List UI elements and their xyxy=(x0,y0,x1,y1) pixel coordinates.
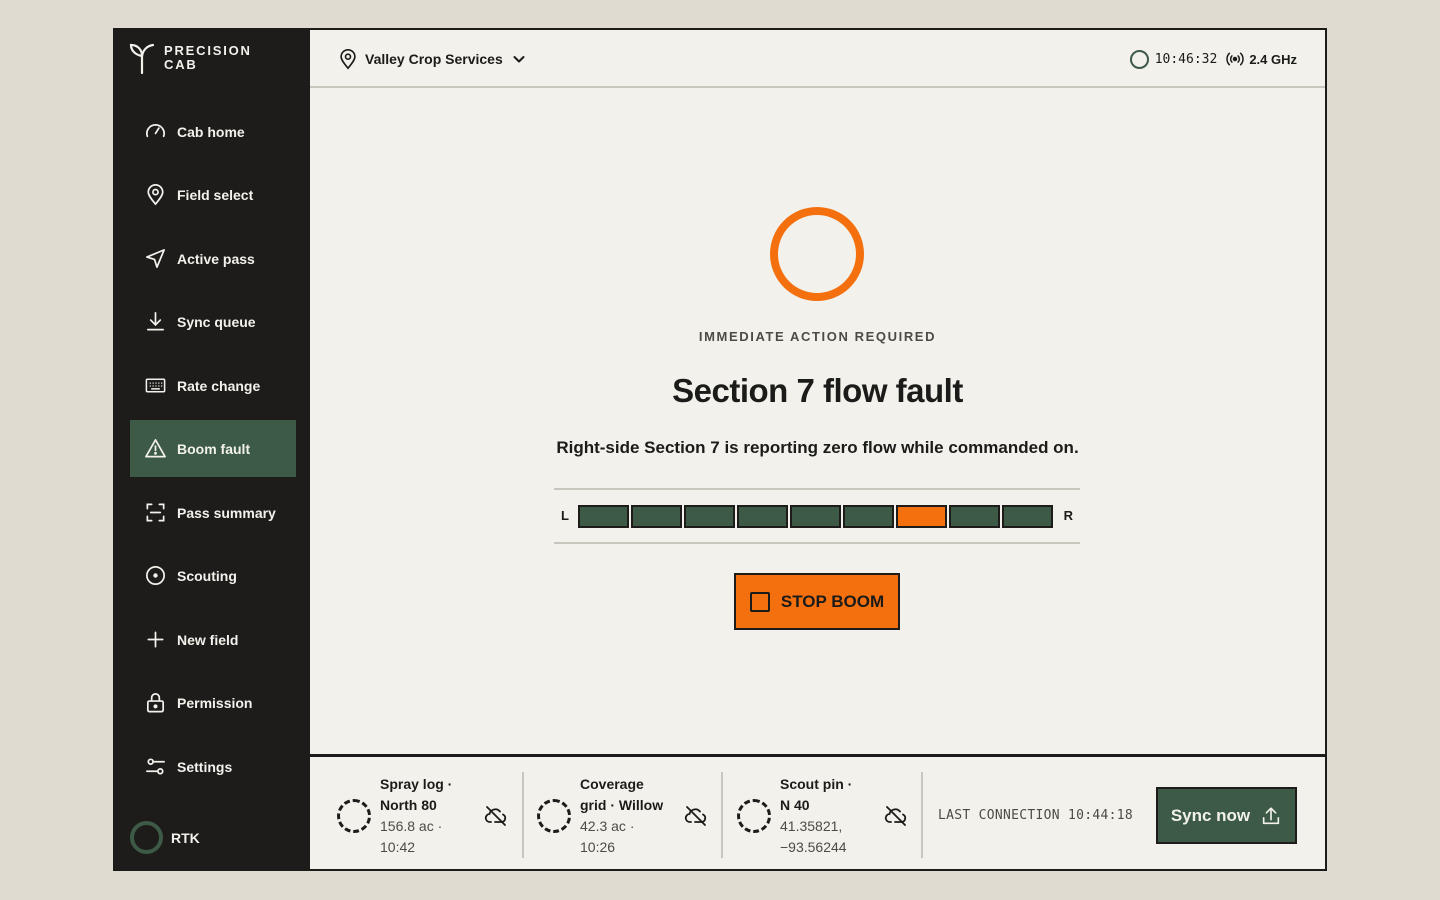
boom-section-1 xyxy=(578,505,629,528)
sidebar-item-cab-home[interactable]: Cab home xyxy=(130,103,296,160)
boom-section-6 xyxy=(843,505,894,528)
warning-icon xyxy=(145,439,166,458)
alert-description: Right-side Section 7 is reporting zero f… xyxy=(556,438,1079,457)
alert-eyebrow: IMMEDIATE ACTION REQUIRED xyxy=(698,329,937,344)
boom-section-4 xyxy=(737,505,788,528)
upload-icon xyxy=(1263,806,1280,824)
boom-section-9 xyxy=(1002,505,1053,528)
sidebar-item-active-pass[interactable]: Active pass xyxy=(130,230,296,287)
queue-item[interactable]: Spray log · North 80 156.8 ac · 10:42 xyxy=(310,772,510,858)
alert-ring-icon xyxy=(770,207,864,301)
last-connection: LAST CONNECTION 10:44:18 xyxy=(938,808,1134,823)
queue-item-detail: 41.35821, −93.56244 xyxy=(780,818,847,855)
boom-left-label: L xyxy=(561,508,569,523)
app-window: PRECISION CAB Cab home Field select Acti… xyxy=(113,28,1327,871)
boom-right-label: R xyxy=(1063,508,1073,523)
queue-item[interactable]: Scout pin · N 40 41.35821, −93.56244 xyxy=(710,772,910,858)
alert-title: Section 7 flow fault xyxy=(672,372,963,409)
sidebar-item-rate-change[interactable]: Rate change xyxy=(130,357,296,414)
download-icon xyxy=(146,312,165,331)
cloud-off-icon xyxy=(484,806,507,826)
sidebar: PRECISION CAB Cab home Field select Acti… xyxy=(115,30,310,869)
sync-tray: Spray log · North 80 156.8 ac · 10:42 Co… xyxy=(310,754,1325,869)
rtk-status: RTK xyxy=(130,821,200,854)
cloud-off-icon xyxy=(684,806,707,826)
sidebar-item-scouting[interactable]: Scouting xyxy=(130,547,296,604)
lock-icon xyxy=(146,693,165,713)
boom-section-8 xyxy=(949,505,1000,528)
brand: PRECISION CAB xyxy=(129,42,252,74)
navigation-icon xyxy=(146,249,165,268)
sliders-icon xyxy=(146,758,165,775)
sidebar-item-label: Pass summary xyxy=(177,504,276,521)
rtk-status-icon xyxy=(130,821,163,854)
cloud-off-icon xyxy=(884,806,907,826)
boom-section-7-fault xyxy=(896,505,947,528)
sync-now-button[interactable]: Sync now xyxy=(1156,787,1297,844)
organization-name: Valley Crop Services xyxy=(365,51,503,67)
clock: 10:46:32 xyxy=(1154,51,1218,67)
sync-now-label: Sync now xyxy=(1170,805,1251,825)
queue-item[interactable]: Coverage grid · Willow 42.3 ac · 10:26 xyxy=(510,772,710,858)
status-cluster: 10:46:32 2.4 GHz xyxy=(1129,49,1297,69)
queue-item-title: Scout pin · N 40 xyxy=(780,776,853,813)
fault-alert-panel: IMMEDIATE ACTION REQUIRED Section 7 flow… xyxy=(310,88,1325,754)
stop-boom-label: STOP BOOM xyxy=(780,591,885,611)
scan-icon xyxy=(146,503,165,522)
stop-square-icon xyxy=(749,591,770,612)
sidebar-item-label: Settings xyxy=(177,758,233,775)
sprout-logo-icon xyxy=(129,43,155,74)
sidebar-item-field-select[interactable]: Field select xyxy=(130,166,296,223)
map-pin-icon xyxy=(147,184,164,206)
connection-status-icon xyxy=(1129,49,1149,69)
boom-section-5 xyxy=(790,505,841,528)
tray-divider xyxy=(921,772,923,858)
sidebar-item-label: Cab home xyxy=(177,123,245,140)
queue-item-detail: 156.8 ac · 10:42 xyxy=(380,818,443,855)
organization-selector[interactable]: Valley Crop Services xyxy=(337,48,527,70)
stop-boom-button[interactable]: STOP BOOM xyxy=(734,573,900,630)
map-pin-icon xyxy=(340,49,356,70)
top-bar: Valley Crop Services 10:46:32 2.4 GHz xyxy=(310,30,1325,88)
queue-item-title: Spray log · North 80 xyxy=(380,776,453,813)
target-icon xyxy=(146,566,165,585)
sidebar-item-boom-fault[interactable]: Boom fault xyxy=(130,420,296,477)
sidebar-item-label: Rate change xyxy=(177,377,261,394)
sidebar-item-label: Scouting xyxy=(177,567,237,584)
sidebar-item-label: Sync queue xyxy=(177,313,256,330)
boom-section-2 xyxy=(631,505,682,528)
keyboard-icon xyxy=(145,378,166,393)
brand-line-1: PRECISION xyxy=(164,43,252,58)
sidebar-item-label: Field select xyxy=(177,186,254,203)
sidebar-item-new-field[interactable]: New field xyxy=(130,611,296,668)
rtk-label: RTK xyxy=(171,829,200,846)
queue-item-detail: 42.3 ac · 10:26 xyxy=(580,818,635,855)
gauge-icon xyxy=(146,123,165,138)
pending-spinner-icon xyxy=(537,799,571,833)
sidebar-item-label: Boom fault xyxy=(177,440,251,457)
wireless-signal-icon xyxy=(1226,52,1245,66)
sidebar-item-label: New field xyxy=(177,631,239,648)
plus-icon xyxy=(147,631,164,648)
sidebar-item-label: Active pass xyxy=(177,250,255,267)
chevron-down-icon xyxy=(513,56,525,63)
sidebar-item-settings[interactable]: Settings xyxy=(130,738,296,795)
brand-line-2: CAB xyxy=(164,57,198,72)
sidebar-item-pass-summary[interactable]: Pass summary xyxy=(130,484,296,541)
pending-spinner-icon xyxy=(337,799,371,833)
sidebar-item-sync-queue[interactable]: Sync queue xyxy=(130,293,296,350)
queue-item-title: Coverage grid · Willow xyxy=(580,776,664,813)
pending-spinner-icon xyxy=(737,799,771,833)
boom-section-3 xyxy=(684,505,735,528)
boom-section-bar: L R xyxy=(554,488,1080,544)
sidebar-item-label: Permission xyxy=(177,694,253,711)
network-band: 2.4 GHz xyxy=(1249,51,1297,67)
sidebar-item-permission[interactable]: Permission xyxy=(130,674,296,731)
